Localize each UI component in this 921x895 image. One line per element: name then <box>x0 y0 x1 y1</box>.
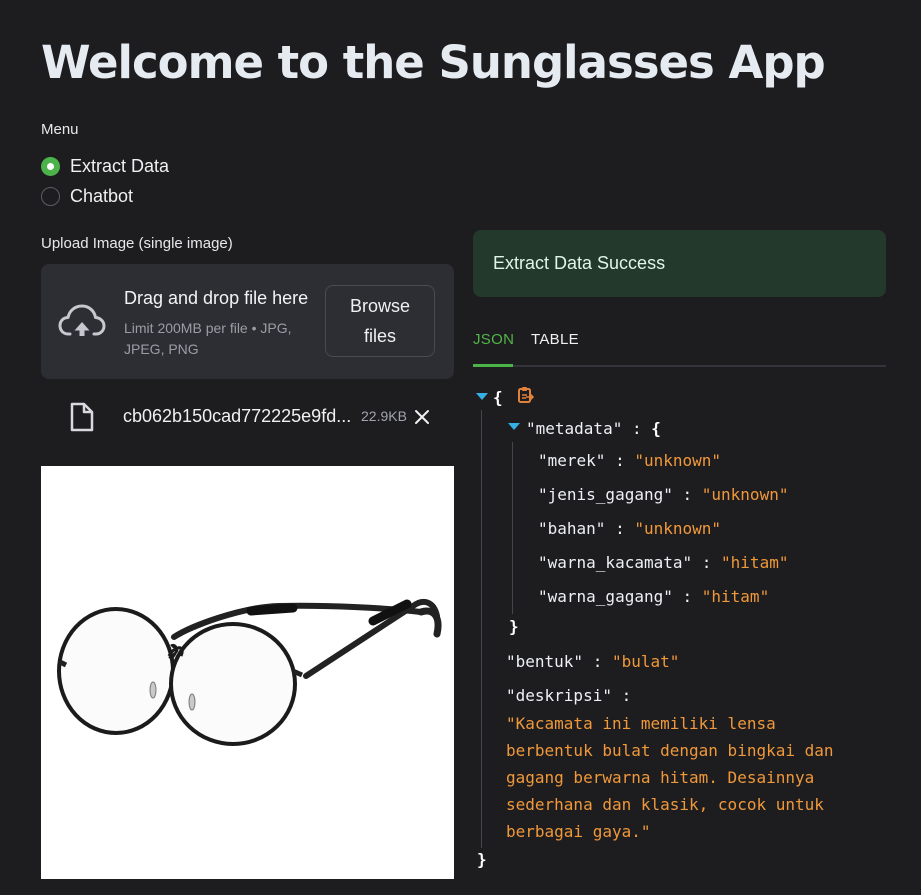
uploaded-file-name: cb062b150cad772225e9fd... <box>123 406 352 426</box>
json-root-close-brace: } <box>477 850 487 869</box>
tabs-divider <box>473 365 886 367</box>
json-value: "unknown" <box>634 519 722 538</box>
glasses-illustration <box>57 598 442 746</box>
dropzone-limit-text: Limit 200MB per file • JPG, JPEG, PNG <box>124 320 292 357</box>
success-banner: Extract Data Success <box>473 230 886 297</box>
json-entry-bahan: "bahan" : "unknown" <box>538 519 722 538</box>
json-entry-deskripsi: "deskripsi" : <box>506 686 632 705</box>
radio-label-chatbot: Chatbot <box>70 185 134 206</box>
radio-label-extract-data: Extract Data <box>70 155 170 176</box>
tab-json[interactable]: JSON <box>473 331 514 348</box>
json-entry-warna-gagang: "warna_gagang" : "hitam" <box>538 587 770 606</box>
json-key: "merek" <box>538 451 606 470</box>
radio-extract-data[interactable]: Extract Data <box>41 154 169 178</box>
copy-icon[interactable] <box>516 386 534 404</box>
json-value: "bulat" <box>611 652 680 671</box>
json-value: "hitam" <box>701 587 770 606</box>
json-entry-jenis-gagang: "jenis_gagang" : "unknown" <box>538 485 789 504</box>
close-icon[interactable] <box>414 409 430 425</box>
menu-label: Menu <box>41 121 79 138</box>
upload-label: Upload Image (single image) <box>41 235 233 252</box>
json-key: "metadata" <box>526 419 623 438</box>
json-value: "unknown" <box>634 451 722 470</box>
json-key: "jenis_gagang" <box>538 485 673 504</box>
radio-unselected-indicator[interactable] <box>41 186 60 206</box>
json-entry-warna-kacamata: "warna_kacamata" : "hitam" <box>538 553 789 572</box>
json-value: "hitam" <box>721 553 789 572</box>
json-key: "bentuk" <box>506 652 584 671</box>
json-key: "bahan" <box>538 519 606 538</box>
json-key: "warna_gagang" <box>538 587 673 606</box>
uploaded-file-size: 22.9KB <box>361 408 407 424</box>
radio-chatbot[interactable]: Chatbot <box>41 184 133 208</box>
json-metadata-line: "metadata" : { <box>526 419 661 438</box>
file-icon <box>70 402 94 432</box>
tab-table[interactable]: TABLE <box>531 331 579 348</box>
uploaded-file-row: cb062b150cad772225e9fd... 22.9KB <box>41 394 454 440</box>
json-value: "unknown" <box>701 485 789 504</box>
json-deskripsi-value: "Kacamata ini memiliki lensa berbentuk b… <box>506 714 834 841</box>
file-dropzone[interactable]: Drag and drop file here Limit 200MB per … <box>41 264 454 379</box>
json-metadata-guide <box>512 442 513 614</box>
cloud-upload-icon <box>58 304 106 336</box>
radio-selected-indicator[interactable] <box>41 156 60 176</box>
json-entry-merek: "merek" : "unknown" <box>538 451 722 470</box>
json-metadata-close-brace: } <box>509 617 519 636</box>
json-entry-bentuk: "bentuk" : "bulat" <box>506 652 680 671</box>
json-key: "warna_kacamata" <box>538 553 693 572</box>
browse-files-label: Browse files <box>349 296 411 346</box>
result-tabs: JSON TABLE <box>473 330 886 368</box>
caret-down-icon[interactable] <box>508 423 520 430</box>
page-title: Welcome to the Sunglasses App <box>41 36 826 89</box>
json-open-brace: { <box>651 419 661 438</box>
dropzone-title: Drag and drop file here <box>124 288 309 308</box>
json-key: "deskripsi" <box>506 686 612 705</box>
browse-files-button[interactable]: Browse files <box>325 285 435 357</box>
json-root-guide <box>481 410 482 848</box>
json-root-open-brace: { <box>493 388 503 407</box>
active-tab-underline <box>473 364 513 367</box>
uploaded-image-preview <box>41 466 454 879</box>
caret-down-icon[interactable] <box>476 393 488 400</box>
